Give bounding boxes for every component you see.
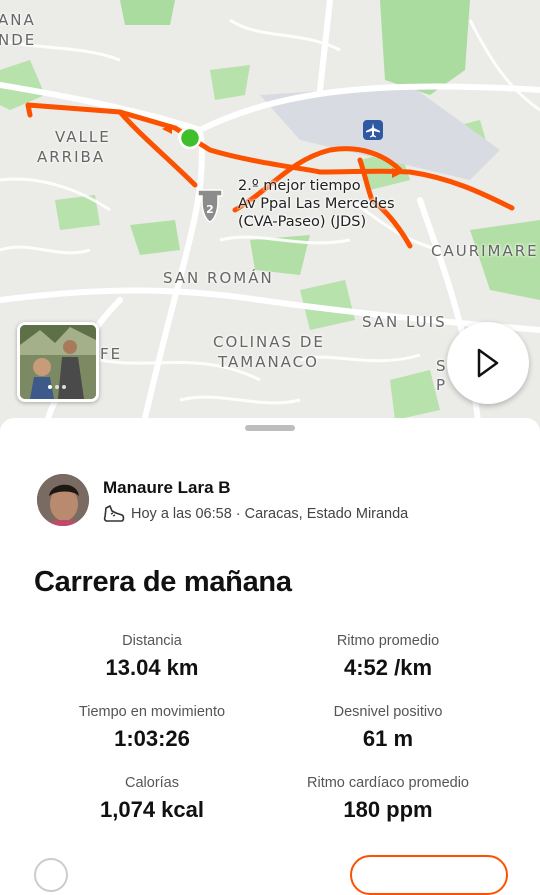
stat-pace: Ritmo promedio 4:52 /km <box>253 633 523 681</box>
activity-title: Carrera de mañana <box>34 566 292 598</box>
stat-value: 13.04 km <box>105 655 199 680</box>
map-label-top-left: ANA <box>0 11 36 29</box>
start-marker <box>178 126 202 150</box>
map-label-caurimare: CAURIMARE <box>431 242 539 260</box>
activity-sheet: Manaure Lara B Hoy a las 06:58 · Caracas… <box>0 418 540 895</box>
stat-value: 180 ppm <box>343 797 433 822</box>
map-label-top-left: NDE <box>0 31 37 49</box>
stat-label: Ritmo cardíaco promedio <box>307 775 469 791</box>
avatar[interactable] <box>37 474 89 526</box>
segment-name: Av Ppal Las Mercedes <box>238 196 395 212</box>
segment-badge-number: 2 <box>206 203 214 216</box>
map-label-valle-arriba: VALLE <box>55 128 111 146</box>
stat-calories: Calorías 1,074 kcal <box>17 775 287 823</box>
map-label-fe: FE <box>100 345 123 363</box>
map-label-san-luis: SAN LUIS <box>362 313 447 331</box>
airplane-icon <box>363 120 383 140</box>
activity-meta-text: Hoy a las 06:58 · Caracas, Estado Mirand… <box>131 506 409 522</box>
map-label-san-roman: SAN ROMÁN <box>163 269 274 287</box>
stat-label: Tiempo en movimiento <box>78 704 226 720</box>
partial-avatar[interactable] <box>34 858 68 892</box>
photo-image <box>20 325 96 399</box>
shoe-icon <box>103 505 125 522</box>
map-label-edge: S <box>436 357 448 375</box>
map-label-valle-arriba: ARRIBA <box>37 148 106 166</box>
play-icon <box>477 348 499 378</box>
stat-heart-rate: Ritmo cardíaco promedio 180 ppm <box>253 775 523 823</box>
segment-name-cont: (CVA-Paseo) (JDS) <box>238 214 367 230</box>
stat-value: 1,074 kcal <box>100 797 204 822</box>
stat-label: Desnivel positivo <box>333 704 443 720</box>
sheet-grabber[interactable] <box>245 425 295 431</box>
segment-label[interactable]: 2.º mejor tiempo Av Ppal Las Mercedes (C… <box>238 177 395 231</box>
stat-label: Calorías <box>125 775 179 791</box>
map-label-edge: P <box>436 376 448 394</box>
map-label-colinas: TAMANACO <box>218 353 319 371</box>
stat-value: 1:03:26 <box>114 726 190 751</box>
stat-elevation: Desnivel positivo 61 m <box>253 704 523 752</box>
map-label-colinas: COLINAS DE <box>213 333 325 351</box>
stat-label: Ritmo promedio <box>336 633 440 649</box>
route-map[interactable]: 2 ANA NDE VALLE ARRIBA SAN ROMÁN CAURIMA… <box>0 0 540 440</box>
partial-action-button[interactable] <box>350 855 508 895</box>
athlete-name[interactable]: Manaure Lara B <box>103 478 231 498</box>
stat-distance: Distancia 13.04 km <box>17 633 287 681</box>
photo-thumbnail[interactable] <box>17 322 99 402</box>
play-button[interactable] <box>447 322 529 404</box>
stat-moving-time: Tiempo en movimiento 1:03:26 <box>17 704 287 752</box>
stat-value: 61 m <box>362 726 414 751</box>
activity-meta: Hoy a las 06:58 · Caracas, Estado Mirand… <box>103 504 408 524</box>
stat-label: Distancia <box>122 633 182 649</box>
segment-rank: 2.º mejor tiempo <box>238 178 361 194</box>
stat-value: 4:52 /km <box>343 655 433 680</box>
